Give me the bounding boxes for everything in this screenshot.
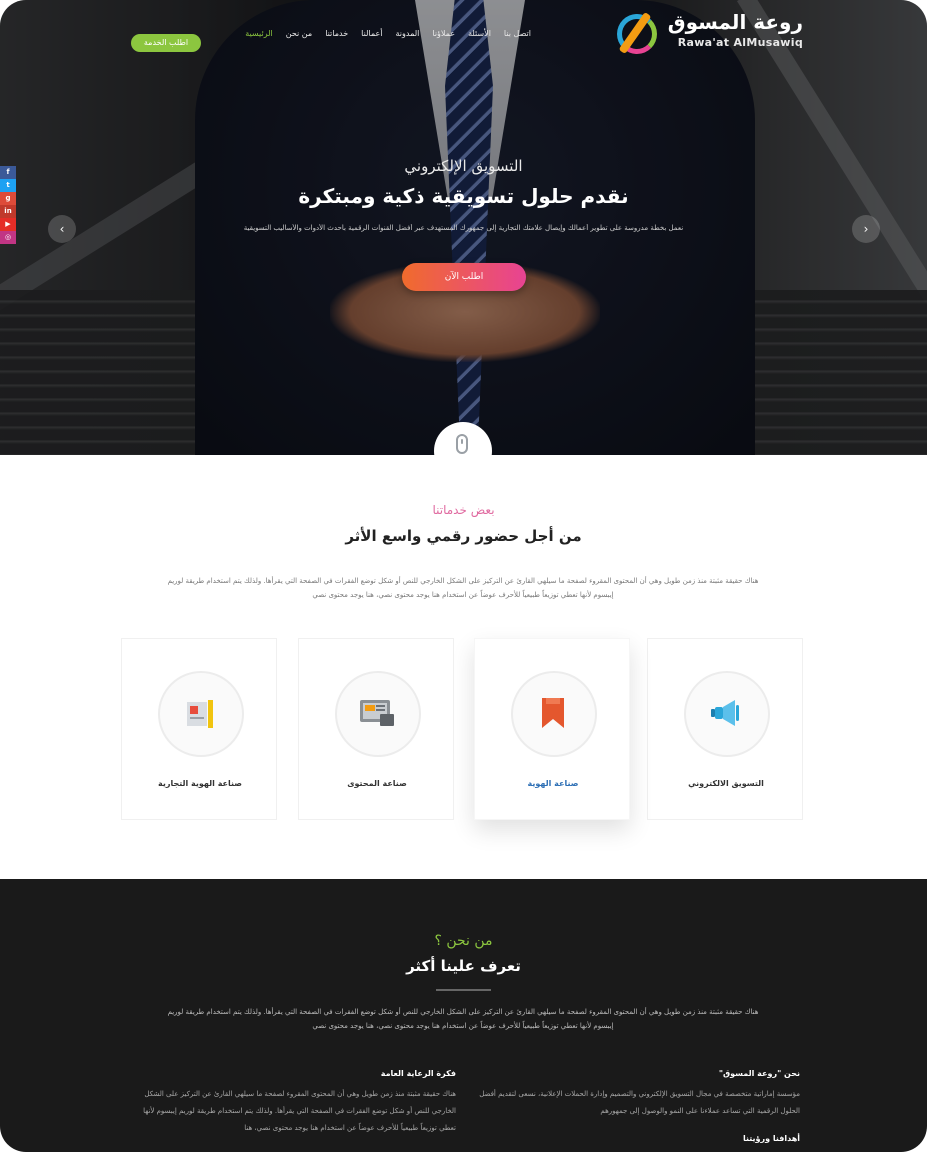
hero-section: الرئيسية من نحن خدماتنا أعمالنا المدونة …	[0, 0, 927, 455]
about-section: من نحن ؟ تعرف علينا أكثر هناك حقيقة مثبت…	[0, 879, 927, 1152]
brand-identity-icon	[187, 700, 213, 728]
hero-description: نعمل بخطة مدروسة على تطوير أعمالك وإيصال…	[243, 224, 684, 232]
about-column-text: مؤسسة إماراتية متخصصة في مجال التسويق ال…	[479, 1090, 800, 1115]
hero-cta-button[interactable]: اطلب الآن	[402, 263, 526, 291]
youtube-icon[interactable]: ▶	[0, 218, 16, 231]
about-column-subtitle: أهدافنا ورؤيتنا	[742, 1134, 800, 1143]
menu-item-faq[interactable]: الأسئلة	[468, 24, 491, 44]
content-monitor-icon	[360, 700, 394, 726]
nav-cta-button[interactable]: اطلب الخدمة	[131, 34, 201, 52]
about-column-title: فكرة الرعاية العامة	[380, 1069, 456, 1078]
service-card-label: التسويق الالكتروني	[688, 779, 764, 788]
menu-item-clients[interactable]: عملاؤنا	[432, 24, 455, 44]
megaphone-icon	[711, 700, 739, 726]
menu-item-services[interactable]: خدماتنا	[325, 24, 348, 44]
service-card-label: صناعة المحتوى	[347, 779, 407, 788]
service-card-identity[interactable]: صناعة الهوية	[474, 638, 630, 820]
menu-item-contact[interactable]: اتصل بنا	[504, 24, 531, 44]
menu-item-blog[interactable]: المدونة	[396, 24, 420, 44]
hero-eyebrow: التسويق الإلكتروني	[404, 157, 523, 175]
services-section: بعض خدماتنا من أجل حضور رقمي واسع الأثر …	[0, 455, 927, 879]
services-title: من أجل حضور رقمي واسع الأثر	[345, 527, 582, 545]
bookmark-icon	[542, 698, 564, 728]
about-eyebrow: من نحن ؟	[434, 933, 493, 949]
about-description: هناك حقيقة مثبتة منذ زمن طويل وهي أن الم…	[167, 1008, 759, 1030]
service-card-label: صناعة الهوية	[527, 779, 579, 788]
service-card-label: صناعة الهوية التجارية	[157, 779, 243, 788]
menu-item-about[interactable]: من نحن	[286, 24, 312, 44]
services-eyebrow: بعض خدماتنا	[432, 503, 495, 517]
service-card-content[interactable]: صناعة المحتوى	[298, 638, 454, 820]
instagram-icon[interactable]: ◎	[0, 231, 16, 244]
services-cards: التسويق الالكتروني صناعة الهوية صناعة ال…	[121, 638, 803, 820]
page: الرئيسية من نحن خدماتنا أعمالنا المدونة …	[0, 0, 927, 1152]
menu-item-works[interactable]: أعمالنا	[361, 24, 382, 44]
main-menu: الرئيسية من نحن خدماتنا أعمالنا المدونة …	[245, 24, 531, 44]
services-description: هناك حقيقة مثبتة منذ زمن طويل وهي أن الم…	[167, 577, 759, 599]
logo-name-arabic: روعة المسوق	[667, 10, 803, 34]
hero-title: نقدم حلول تسويقية ذكية ومبتكرة	[298, 184, 629, 208]
about-column-text: هناك حقيقة مثبتة منذ زمن طويل وهي أن الم…	[143, 1090, 456, 1132]
site-logo[interactable]: روعة المسوق Rawa'at AlMusawiq	[607, 8, 803, 58]
about-column-idea: فكرة الرعاية العامة هناك حقيقة مثبتة منذ…	[130, 1069, 456, 1137]
about-column-title: نحن "روعة المسوق"	[718, 1069, 800, 1078]
about-column-company: نحن "روعة المسوق" مؤسسة إماراتية متخصصة …	[474, 1069, 800, 1143]
menu-item-home[interactable]: الرئيسية	[245, 24, 273, 44]
about-divider	[436, 989, 491, 991]
service-card-marketing[interactable]: التسويق الالكتروني	[647, 638, 803, 820]
slider-prev-arrow-icon[interactable]: ‹	[48, 215, 76, 243]
slider-next-arrow-icon[interactable]: ›	[852, 215, 880, 243]
mouse-scroll-icon	[456, 434, 468, 454]
logo-name-english: Rawa'at AlMusawiq	[677, 36, 803, 49]
about-title: تعرف علينا أكثر	[406, 957, 521, 975]
logo-mark-icon	[611, 8, 667, 56]
service-card-brand-identity[interactable]: صناعة الهوية التجارية	[121, 638, 277, 820]
